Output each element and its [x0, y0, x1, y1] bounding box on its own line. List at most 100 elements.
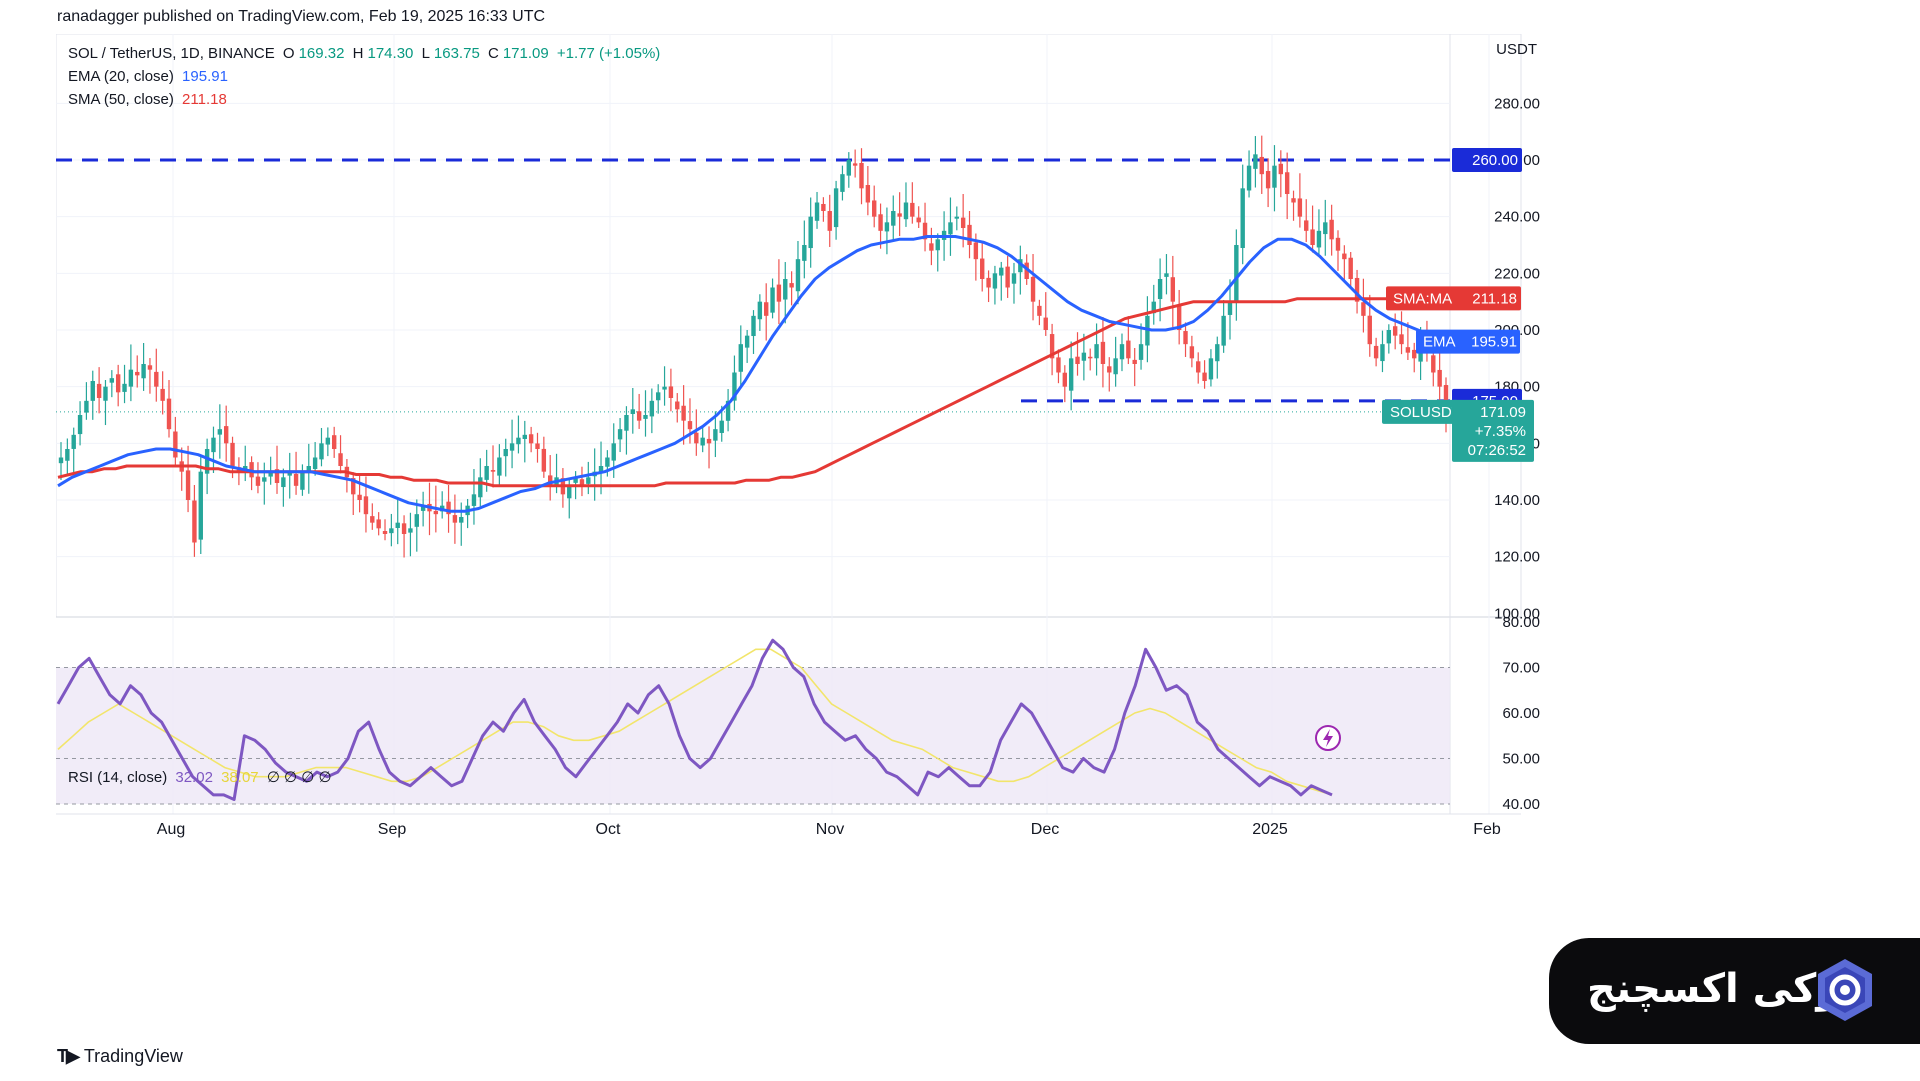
candle-body	[1323, 222, 1328, 235]
candle-body	[96, 383, 102, 398]
candle-body	[1348, 257, 1353, 279]
ema-badge-text: EMA	[1423, 334, 1456, 351]
ema-legend-label: EMA (20, close)	[68, 68, 174, 85]
symbol-label[interactable]: SOL / TetherUS, 1D, BINANCE	[68, 45, 275, 62]
candle-body	[122, 383, 127, 392]
candle-body	[833, 188, 839, 228]
candle-body	[656, 392, 661, 401]
candle-body	[1157, 279, 1163, 300]
candle-body	[166, 398, 172, 430]
candle-body	[312, 457, 318, 470]
candle-body	[1431, 355, 1436, 373]
candle-body	[471, 494, 477, 506]
candle-body	[903, 202, 909, 220]
tradingview-logo[interactable]: T▶ TradingView	[57, 1046, 183, 1067]
candle-body	[1208, 358, 1214, 380]
candle-body	[751, 315, 756, 337]
candle-body	[872, 200, 877, 217]
price-unit-label: USDT	[1496, 41, 1537, 58]
candle-body	[1043, 317, 1048, 330]
last-price-badge-text: +7.35%	[1475, 423, 1526, 440]
price-chart-svg[interactable]: 280.00260.00240.00220.00200.00180.00160.…	[55, 33, 1862, 1030]
candle-body	[986, 277, 991, 288]
candle-body	[522, 434, 527, 439]
okx-exchange-banner: اوکی اکسچنج	[1549, 938, 1920, 1044]
time-axis-label: Dec	[1031, 821, 1059, 838]
candle-body	[776, 284, 782, 302]
candle-body	[1119, 344, 1125, 360]
candle-body	[1037, 305, 1042, 316]
candle-body	[1183, 331, 1188, 345]
candle-body	[509, 443, 515, 451]
candle-body	[865, 185, 871, 203]
candle-body	[192, 500, 197, 543]
symbol-price-badge-text: SOLUSDT	[1390, 404, 1461, 421]
candle-body	[1304, 220, 1309, 231]
level-260-badge: 260.00	[1452, 148, 1522, 172]
candle-body	[115, 374, 121, 393]
chart-area[interactable]: 280.00260.00240.00220.00200.00180.00160.…	[55, 33, 1862, 1030]
candle-body	[535, 443, 540, 449]
candle-body	[643, 415, 648, 419]
candle-body	[503, 449, 508, 457]
candle-body	[395, 522, 400, 528]
candle-body	[649, 400, 655, 417]
price-tick-label: 140.00	[1494, 492, 1540, 509]
candle-body	[1005, 266, 1010, 288]
candle-body	[744, 335, 750, 348]
candle-body	[1361, 302, 1366, 316]
candle-body	[827, 211, 832, 231]
candle-body	[173, 431, 178, 458]
time-axis-label: Oct	[596, 821, 621, 838]
sma-legend[interactable]: SMA (50, close) 211.18	[68, 91, 231, 108]
price-tick-label: 120.00	[1494, 549, 1540, 566]
open-label: O	[282, 45, 295, 62]
sma-legend-label: SMA (50, close)	[68, 91, 174, 108]
candle-body	[528, 434, 534, 444]
candle-body	[147, 365, 153, 370]
candle-body	[1412, 349, 1417, 359]
candle-body	[370, 516, 375, 523]
candle-body	[217, 429, 223, 435]
candle-body	[884, 222, 890, 232]
ema-legend[interactable]: EMA (20, close) 195.91	[68, 68, 232, 85]
candle-body	[897, 213, 902, 217]
candle-body	[408, 528, 413, 533]
level-260-badge-text: 260.00	[1472, 152, 1518, 169]
price-tick-label: 220.00	[1494, 265, 1540, 282]
candle-body	[681, 405, 686, 421]
candle-body	[1164, 273, 1169, 277]
candle-body	[668, 386, 674, 398]
candle-body	[319, 443, 324, 460]
candle-body	[719, 420, 724, 433]
rsi-legend[interactable]: RSI (14, close) 32.02 38.07 ∅ ∅ ∅ ∅	[68, 768, 336, 786]
last-price-badge-text: 171.09	[1480, 404, 1526, 421]
time-axis-label: Sep	[378, 821, 407, 838]
lightning-icon	[1315, 725, 1341, 751]
candle-body	[71, 434, 76, 449]
candle-body	[694, 432, 699, 444]
open-value: 169.32	[298, 45, 345, 62]
candle-body	[58, 457, 64, 464]
ema-badge: EMA 195.91	[1416, 329, 1520, 354]
candle-body	[109, 378, 115, 383]
candle-body	[338, 453, 343, 466]
candle-body	[1265, 171, 1271, 189]
close-label: C	[487, 45, 499, 62]
candle-body	[160, 388, 165, 401]
candle-body	[516, 437, 521, 445]
candle-body	[1138, 344, 1144, 360]
tradingview-wordmark: TradingView	[83, 1046, 183, 1066]
okx-hexagon-icon	[1818, 959, 1872, 1021]
candle-body	[973, 242, 979, 260]
candle-body	[795, 259, 801, 292]
candle-body	[325, 437, 331, 445]
ema-badge-text: 195.91	[1471, 334, 1517, 351]
candle-body	[1259, 156, 1264, 175]
badge-layer: 260.00SMA:MA211.18EMA195.91175.00SOLUSDT…	[1315, 148, 1534, 751]
candle-body	[821, 203, 826, 211]
candle-body	[1107, 366, 1112, 373]
last-price-badge: 171.09 +7.35% 07:26:52	[1452, 399, 1534, 462]
candle-body	[611, 443, 616, 461]
rsi-tick-label: 40.00	[1502, 796, 1540, 813]
